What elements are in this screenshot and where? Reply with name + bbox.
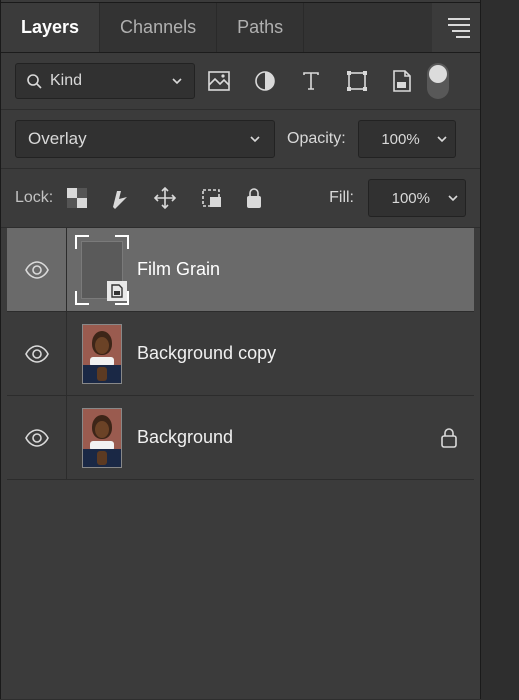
filter-kind-select[interactable]: Kind (15, 63, 195, 99)
chevron-down-icon (435, 132, 449, 146)
fill-value: 100% (392, 190, 430, 207)
chevron-down-icon (170, 74, 184, 88)
layer-row[interactable]: Background (7, 396, 474, 480)
panel-tabs: Layers Channels Paths (1, 3, 480, 53)
panel-menu-button[interactable] (442, 18, 470, 38)
lock-image-icon[interactable] (109, 187, 131, 209)
filter-type-icons (208, 69, 412, 93)
opacity-value: 100% (381, 131, 419, 148)
blend-mode-select[interactable]: Overlay (15, 120, 275, 158)
lock-artboard-icon[interactable] (199, 187, 223, 209)
filter-toggle[interactable] (427, 63, 449, 99)
tabs-spacer (304, 3, 432, 52)
lock-all-icon[interactable] (245, 187, 263, 209)
filter-adjustment-icon[interactable] (254, 70, 276, 92)
fill-dropdown-button[interactable] (440, 179, 466, 217)
lock-position-icon[interactable] (153, 186, 177, 210)
tab-layers[interactable]: Layers (1, 3, 100, 52)
lock-icon (440, 427, 458, 449)
filter-type-icon[interactable] (300, 70, 322, 92)
layer-row[interactable]: Film Grain (7, 228, 474, 312)
filter-shape-icon[interactable] (346, 70, 368, 92)
eye-icon (25, 345, 49, 363)
smartobject-badge-icon (107, 281, 127, 301)
chevron-down-icon (248, 132, 262, 146)
opacity-label: Opacity: (287, 130, 346, 148)
lock-transparency-icon[interactable] (67, 188, 87, 208)
layer-visibility-toggle[interactable] (7, 228, 67, 311)
layer-visibility-toggle[interactable] (7, 396, 67, 479)
layer-name[interactable]: Film Grain (137, 259, 424, 280)
lock-icons (67, 186, 263, 210)
filter-kind-label: Kind (50, 72, 170, 90)
layer-visibility-toggle[interactable] (7, 312, 67, 395)
opacity-input[interactable]: 100% (358, 120, 430, 158)
layer-thumbnail-image[interactable] (82, 324, 122, 384)
lock-options-row: Lock: Fill: 100% (1, 169, 480, 228)
layer-thumbnail-image[interactable] (82, 408, 122, 468)
layers-panel: Layers Channels Paths Kind Overlay Opaci… (0, 0, 481, 699)
layers-list: Film Grain Background copy (1, 228, 480, 480)
fill-input[interactable]: 100% (368, 179, 440, 217)
filter-pixel-icon[interactable] (208, 71, 230, 91)
layer-thumbnail-smartobject[interactable] (75, 235, 129, 305)
layer-row[interactable]: Background copy (7, 312, 474, 396)
blend-options-row: Overlay Opacity: 100% (1, 110, 480, 169)
layer-name[interactable]: Background copy (137, 343, 424, 364)
chevron-down-icon (446, 191, 460, 205)
eye-icon (25, 261, 49, 279)
opacity-dropdown-button[interactable] (430, 120, 456, 158)
layer-name[interactable]: Background (137, 427, 424, 448)
lock-label: Lock: (15, 189, 53, 207)
blend-mode-value: Overlay (28, 129, 248, 149)
fill-label: Fill: (329, 189, 354, 207)
search-icon (26, 73, 42, 89)
layer-filter-bar: Kind (1, 53, 480, 110)
tab-channels[interactable]: Channels (100, 3, 217, 52)
tab-paths[interactable]: Paths (217, 3, 304, 52)
eye-icon (25, 429, 49, 447)
filter-smartobject-icon[interactable] (392, 69, 412, 93)
